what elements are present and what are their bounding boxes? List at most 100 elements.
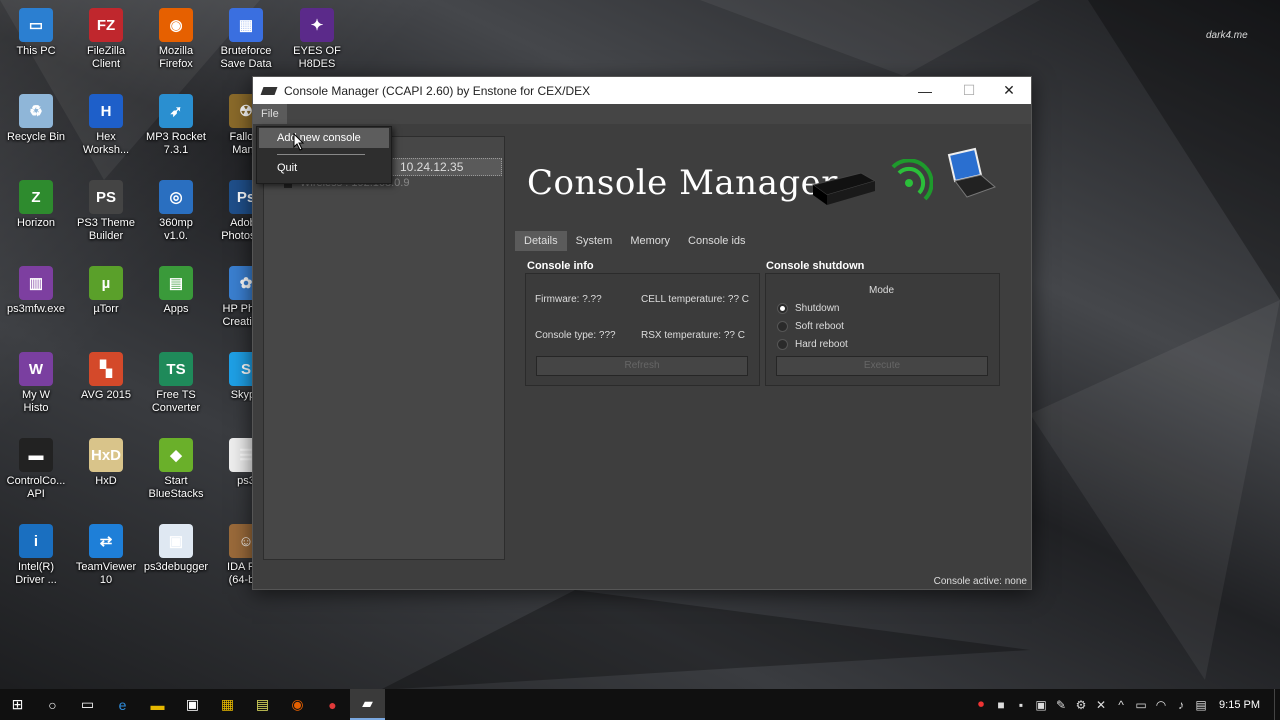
desktop-icon[interactable]: ▭ This PC bbox=[3, 8, 69, 58]
radio-soft-reboot[interactable]: Soft reboot bbox=[777, 319, 844, 333]
desktop-icon[interactable]: ▤ Apps bbox=[143, 266, 209, 316]
search-icon[interactable]: ○ bbox=[35, 689, 70, 720]
desktop-icon[interactable]: ▦ Bruteforce Save Data bbox=[213, 8, 279, 71]
desktop-icon-label: Hex Worksh... bbox=[82, 131, 130, 156]
wifi-icon[interactable]: ◠ bbox=[1151, 698, 1171, 712]
title-bar[interactable]: Console Manager (CCAPI 2.60) by Enstone … bbox=[253, 77, 1031, 104]
network-tray-icon[interactable]: ▭ bbox=[1131, 698, 1151, 712]
desktop-icon-label: PS3 Theme Builder bbox=[77, 217, 135, 242]
rsx-temperature-value: RSX temperature: ?? C bbox=[641, 330, 745, 341]
desktop-icon[interactable]: ▣ ps3debugger bbox=[143, 524, 209, 574]
edge-icon[interactable]: e bbox=[105, 689, 140, 720]
desktop-icon-label: Apps bbox=[163, 303, 189, 315]
minimize-button[interactable]: — bbox=[903, 77, 947, 104]
teamviewer-icon: ⇄ bbox=[89, 524, 123, 558]
close-button[interactable]: ✕ bbox=[987, 77, 1031, 104]
file-menu-dropdown: Add new console Quit bbox=[256, 126, 392, 184]
apps-icon: ▤ bbox=[159, 266, 193, 300]
firefox-icon: ◉ bbox=[159, 8, 193, 42]
hxd-icon: HxD bbox=[89, 438, 123, 472]
app-icon bbox=[260, 86, 278, 95]
volume-icon[interactable]: ♪ bbox=[1171, 698, 1191, 712]
system-tray: ⏺ ■ ▪ ▣ ✎ ⚙ ✕ ^ ▭ ◠ ♪ ▤ 9:15 PM bbox=[971, 689, 1280, 720]
firefox-taskbar-icon[interactable]: ◉ bbox=[280, 689, 315, 720]
desktop-icon[interactable]: ▥ ps3mfw.exe bbox=[3, 266, 69, 316]
show-hidden-icons-icon[interactable]: ^ bbox=[1111, 698, 1131, 712]
pencil-icon[interactable]: ✎ bbox=[1051, 698, 1071, 712]
desktop-icon[interactable]: ◉ Mozilla Firefox bbox=[143, 8, 209, 71]
ps3-console-icon bbox=[811, 172, 877, 205]
laptop-icon bbox=[947, 147, 996, 198]
mouse-cursor-icon bbox=[293, 133, 305, 151]
watermark: dark4.me bbox=[1206, 30, 1248, 41]
console-manager-taskbar-icon[interactable]: ▰ bbox=[350, 689, 385, 720]
desktop-icon[interactable]: TS Free TS Converter bbox=[143, 352, 209, 415]
desktop-icon-label: ControlCo... API bbox=[6, 475, 66, 500]
menu-item-add-new-console[interactable]: Add new console bbox=[259, 128, 389, 148]
desktop-icon[interactable]: HxD HxD bbox=[73, 438, 139, 488]
radio-label: Hard reboot bbox=[795, 338, 848, 350]
menu-file[interactable]: File bbox=[253, 104, 287, 124]
utorrent-icon: µ bbox=[89, 266, 123, 300]
desktop-icon[interactable]: ⇄ TeamViewer 10 bbox=[73, 524, 139, 587]
tab-details[interactable]: Details bbox=[515, 231, 567, 251]
desktop-icon[interactable]: ✦ EYES OF H8DES bbox=[284, 8, 350, 71]
desktop-icon[interactable]: H Hex Worksh... bbox=[73, 94, 139, 157]
task-view-icon[interactable]: ▭ bbox=[70, 689, 105, 720]
desktop-icon[interactable]: ➶ MP3 Rocket 7.3.1 bbox=[143, 94, 209, 157]
show-desktop-button[interactable] bbox=[1274, 689, 1280, 720]
store-icon[interactable]: ▣ bbox=[175, 689, 210, 720]
console-info-title: Console info bbox=[527, 260, 594, 272]
desktop-icon-label: This PC bbox=[16, 45, 56, 57]
start-button[interactable]: ⊞ bbox=[0, 689, 35, 720]
tab-console-ids[interactable]: Console ids bbox=[679, 231, 754, 251]
desktop-icon[interactable]: Z Horizon bbox=[3, 180, 69, 230]
settings-icon[interactable]: ⚙ bbox=[1071, 698, 1091, 712]
desktop-icon[interactable]: FZ FileZilla Client bbox=[73, 8, 139, 71]
notes-icon[interactable]: ▤ bbox=[245, 689, 280, 720]
tab-bar: Details System Memory Console ids bbox=[515, 231, 755, 251]
desktop-icon-label: HxD bbox=[95, 475, 117, 487]
folder-icon[interactable]: ▦ bbox=[210, 689, 245, 720]
screen-icon[interactable]: ▣ bbox=[1031, 698, 1051, 712]
console-shutdown-group: Mode Shutdown Soft reboot Hard reboot Ex… bbox=[765, 273, 1000, 386]
desktop-icon[interactable]: ▬ ControlCo... API bbox=[3, 438, 69, 501]
console-list[interactable]: 10.24.12.35 Wireless : 192.168.0.9 bbox=[263, 136, 505, 560]
menu-item-quit[interactable]: Quit bbox=[259, 158, 389, 178]
recycle-bin-icon: ♻ bbox=[19, 94, 53, 128]
desktop-icon-label: Start BlueStacks bbox=[148, 475, 204, 500]
close-tray-icon[interactable]: ✕ bbox=[1091, 698, 1111, 712]
recorder-taskbar-icon[interactable]: ● bbox=[315, 689, 350, 720]
desktop-icon[interactable]: ▚ AVG 2015 bbox=[73, 352, 139, 402]
desktop-icon[interactable]: ◎ 360mp v1.0. bbox=[143, 180, 209, 243]
desktop-icon[interactable]: W My W Histo bbox=[3, 352, 69, 415]
maximize-button[interactable]: ☐ bbox=[947, 77, 991, 104]
mode-label: Mode bbox=[869, 285, 895, 296]
desktop-icon[interactable]: i Intel(R) Driver ... bbox=[3, 524, 69, 587]
desktop-icon[interactable]: ♻ Recycle Bin bbox=[3, 94, 69, 144]
console-type-value: Console type: ??? bbox=[535, 330, 616, 341]
console-info-group: Firmware: ?.?? CELL temperature: ?? C Co… bbox=[525, 273, 760, 386]
execute-button[interactable]: Execute bbox=[776, 356, 988, 376]
ps3debugger-icon: ▣ bbox=[159, 524, 193, 558]
desktop-icon-label: Horizon bbox=[17, 217, 55, 229]
console-ip: 10.24.12.35 bbox=[400, 160, 464, 174]
bluestacks-icon: ◆ bbox=[159, 438, 193, 472]
radio-hard-reboot[interactable]: Hard reboot bbox=[777, 337, 848, 351]
desktop-icon-label: µTorr bbox=[93, 303, 119, 315]
tab-memory[interactable]: Memory bbox=[621, 231, 679, 251]
desktop-icon[interactable]: µ µTorr bbox=[73, 266, 139, 316]
tab-system[interactable]: System bbox=[567, 231, 622, 251]
record-icon[interactable]: ⏺ bbox=[971, 697, 991, 712]
stop-icon[interactable]: ■ bbox=[991, 698, 1011, 712]
file-explorer-icon[interactable]: ▬ bbox=[140, 689, 175, 720]
radio-shutdown[interactable]: Shutdown bbox=[777, 301, 839, 315]
refresh-button[interactable]: Refresh bbox=[536, 356, 748, 376]
tray-app-icon[interactable]: ▪ bbox=[1011, 698, 1031, 712]
notifications-icon[interactable]: ▤ bbox=[1191, 698, 1211, 712]
wireless-signal-icon bbox=[891, 159, 933, 201]
ps3-theme-builder-icon: PS bbox=[89, 180, 123, 214]
desktop-icon[interactable]: PS PS3 Theme Builder bbox=[73, 180, 139, 243]
clock[interactable]: 9:15 PM bbox=[1219, 699, 1260, 711]
desktop-icon[interactable]: ◆ Start BlueStacks bbox=[143, 438, 209, 501]
